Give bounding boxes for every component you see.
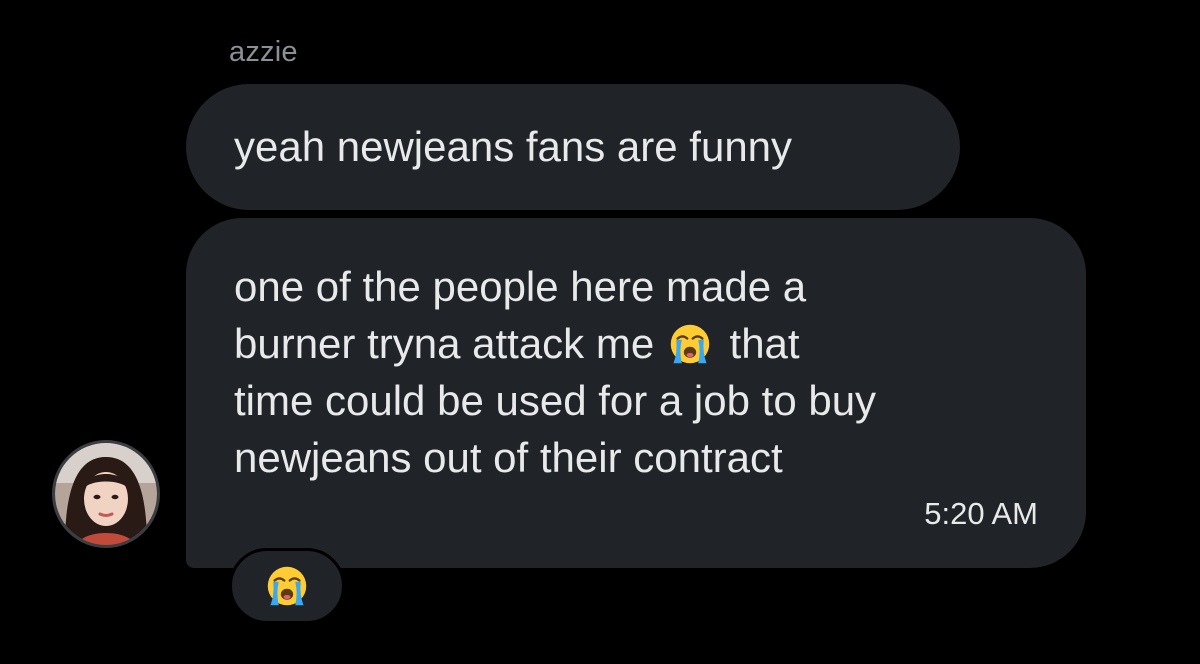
message-line: burner tryna attack me that <box>234 315 1038 372</box>
message-line: newjeans out of their contract <box>234 434 783 481</box>
sender-name: azzie <box>229 36 298 68</box>
message-line: one of the people here made a <box>234 263 807 310</box>
message-text: one of the people here made a burner try… <box>234 258 1038 486</box>
avatar-image <box>55 443 157 545</box>
message-segment: burner tryna attack me <box>234 320 655 367</box>
message-text: yeah newjeans fans are funny <box>234 123 793 170</box>
reaction-badge[interactable] <box>229 548 345 624</box>
message-timestamp: 5:20 AM <box>924 496 1038 531</box>
loudly-crying-face-icon <box>670 324 710 364</box>
message-segment: that <box>729 320 800 367</box>
avatar[interactable] <box>52 440 160 548</box>
loudly-crying-face-icon <box>267 566 307 606</box>
message-line: time could be used for a job to buy <box>234 377 877 424</box>
message-bubble[interactable]: yeah newjeans fans are funny <box>186 84 960 210</box>
message-bubble[interactable]: one of the people here made a burner try… <box>186 218 1086 568</box>
